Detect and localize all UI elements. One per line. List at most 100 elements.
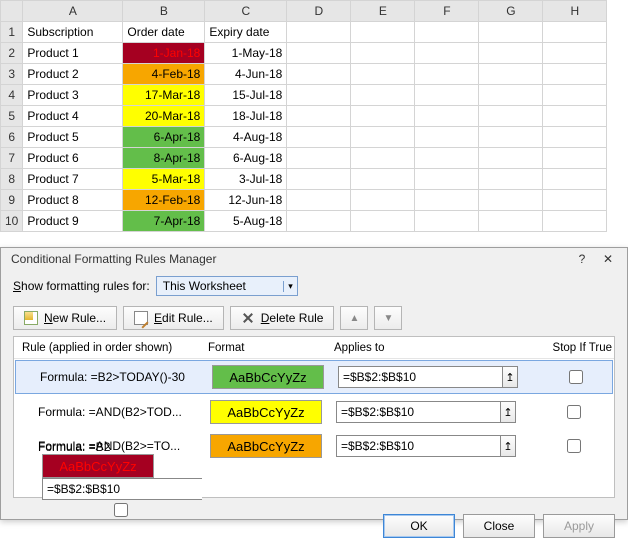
cell[interactable] bbox=[479, 64, 543, 85]
col-header-c[interactable]: C bbox=[205, 1, 287, 22]
select-all-corner[interactable] bbox=[1, 1, 23, 22]
cell[interactable] bbox=[351, 64, 415, 85]
cell[interactable] bbox=[479, 148, 543, 169]
move-up-button[interactable]: ▲ bbox=[340, 306, 368, 330]
cell[interactable] bbox=[415, 85, 479, 106]
cell[interactable] bbox=[543, 43, 607, 64]
cell[interactable] bbox=[543, 22, 607, 43]
cell[interactable] bbox=[415, 148, 479, 169]
row-header[interactable]: 8 bbox=[1, 169, 23, 190]
col-header-g[interactable]: G bbox=[479, 1, 543, 22]
cell[interactable] bbox=[287, 64, 351, 85]
row-header[interactable]: 5 bbox=[1, 106, 23, 127]
cell[interactable] bbox=[479, 190, 543, 211]
cell[interactable] bbox=[287, 85, 351, 106]
cell[interactable] bbox=[479, 43, 543, 64]
cell[interactable] bbox=[543, 190, 607, 211]
cell[interactable] bbox=[287, 169, 351, 190]
col-header-a[interactable]: A bbox=[23, 1, 123, 22]
row-header[interactable]: 9 bbox=[1, 190, 23, 211]
edit-rule-button[interactable]: Edit Rule... bbox=[123, 306, 224, 330]
cell[interactable]: 6-Aug-18 bbox=[205, 148, 287, 169]
row-header[interactable]: 2 bbox=[1, 43, 23, 64]
row-header[interactable]: 6 bbox=[1, 127, 23, 148]
applies-to-input[interactable] bbox=[339, 367, 502, 387]
cell[interactable]: Product 3 bbox=[23, 85, 123, 106]
cell[interactable] bbox=[287, 106, 351, 127]
close-icon[interactable]: ✕ bbox=[595, 248, 621, 270]
cell[interactable] bbox=[351, 22, 415, 43]
dialog-titlebar[interactable]: Conditional Formatting Rules Manager ? ✕ bbox=[1, 248, 627, 270]
cell[interactable] bbox=[351, 190, 415, 211]
row-header[interactable]: 7 bbox=[1, 148, 23, 169]
cell[interactable]: Order date bbox=[123, 22, 205, 43]
cell[interactable] bbox=[479, 22, 543, 43]
cell[interactable]: Subscription bbox=[23, 22, 123, 43]
cell[interactable]: 15-Jul-18 bbox=[205, 85, 287, 106]
cell[interactable] bbox=[415, 64, 479, 85]
cell[interactable] bbox=[415, 106, 479, 127]
ok-button[interactable]: OK bbox=[383, 514, 455, 538]
col-header-e[interactable]: E bbox=[351, 1, 415, 22]
rule-row[interactable]: Formula: =B2AaBbCcYyZz↥ bbox=[14, 463, 614, 497]
col-header-b[interactable]: B bbox=[123, 1, 205, 22]
cell[interactable] bbox=[351, 211, 415, 232]
cell[interactable] bbox=[287, 22, 351, 43]
applies-to-field[interactable]: ↥ bbox=[336, 401, 516, 423]
row-header[interactable]: 3 bbox=[1, 64, 23, 85]
cell[interactable] bbox=[351, 127, 415, 148]
cell[interactable] bbox=[479, 211, 543, 232]
range-picker-icon[interactable]: ↥ bbox=[502, 367, 517, 387]
cell[interactable]: Product 8 bbox=[23, 190, 123, 211]
cell[interactable] bbox=[543, 169, 607, 190]
cell[interactable]: Product 9 bbox=[23, 211, 123, 232]
cell[interactable] bbox=[415, 43, 479, 64]
cell[interactable] bbox=[415, 22, 479, 43]
cell[interactable] bbox=[543, 148, 607, 169]
cell[interactable] bbox=[479, 169, 543, 190]
cell[interactable] bbox=[543, 64, 607, 85]
cell[interactable]: 1-Jan-18 bbox=[123, 43, 205, 64]
cell[interactable]: 12-Feb-18 bbox=[123, 190, 205, 211]
cell[interactable]: 4-Feb-18 bbox=[123, 64, 205, 85]
cell[interactable] bbox=[479, 85, 543, 106]
cell[interactable]: 8-Apr-18 bbox=[123, 148, 205, 169]
cell[interactable] bbox=[415, 169, 479, 190]
cell[interactable]: 6-Apr-18 bbox=[123, 127, 205, 148]
cell[interactable] bbox=[479, 106, 543, 127]
cell[interactable] bbox=[543, 127, 607, 148]
applies-to-field[interactable]: ↥ bbox=[336, 435, 516, 457]
cell[interactable]: 1-May-18 bbox=[205, 43, 287, 64]
row-header[interactable]: 4 bbox=[1, 85, 23, 106]
cell[interactable]: Product 6 bbox=[23, 148, 123, 169]
cell[interactable]: 18-Jul-18 bbox=[205, 106, 287, 127]
cell[interactable]: Product 4 bbox=[23, 106, 123, 127]
cell[interactable] bbox=[287, 148, 351, 169]
cell[interactable]: 4-Jun-18 bbox=[205, 64, 287, 85]
cell[interactable]: 20-Mar-18 bbox=[123, 106, 205, 127]
stop-if-true-checkbox[interactable] bbox=[567, 439, 581, 453]
cell[interactable] bbox=[351, 169, 415, 190]
cell[interactable]: Expiry date bbox=[205, 22, 287, 43]
row-header[interactable]: 10 bbox=[1, 211, 23, 232]
cell[interactable] bbox=[543, 211, 607, 232]
cell[interactable]: 3-Jul-18 bbox=[205, 169, 287, 190]
apply-button[interactable]: Apply bbox=[543, 514, 615, 538]
row-header[interactable]: 1 bbox=[1, 22, 23, 43]
cell[interactable] bbox=[351, 85, 415, 106]
cell[interactable] bbox=[287, 211, 351, 232]
cell[interactable] bbox=[543, 106, 607, 127]
cell[interactable] bbox=[287, 127, 351, 148]
cell[interactable]: Product 7 bbox=[23, 169, 123, 190]
cell[interactable] bbox=[415, 127, 479, 148]
range-picker-icon[interactable]: ↥ bbox=[500, 436, 515, 456]
cell[interactable] bbox=[543, 85, 607, 106]
range-picker-icon[interactable]: ↥ bbox=[500, 402, 515, 422]
stop-if-true-checkbox[interactable] bbox=[567, 405, 581, 419]
applies-to-input[interactable] bbox=[337, 402, 500, 422]
applies-to-field[interactable]: ↥ bbox=[42, 478, 202, 500]
applies-to-input[interactable] bbox=[337, 436, 500, 456]
col-header-h[interactable]: H bbox=[543, 1, 607, 22]
cell[interactable]: 5-Mar-18 bbox=[123, 169, 205, 190]
rule-row[interactable]: Formula: =AND(B2>TOD...AaBbCcYyZz↥ bbox=[14, 395, 614, 429]
